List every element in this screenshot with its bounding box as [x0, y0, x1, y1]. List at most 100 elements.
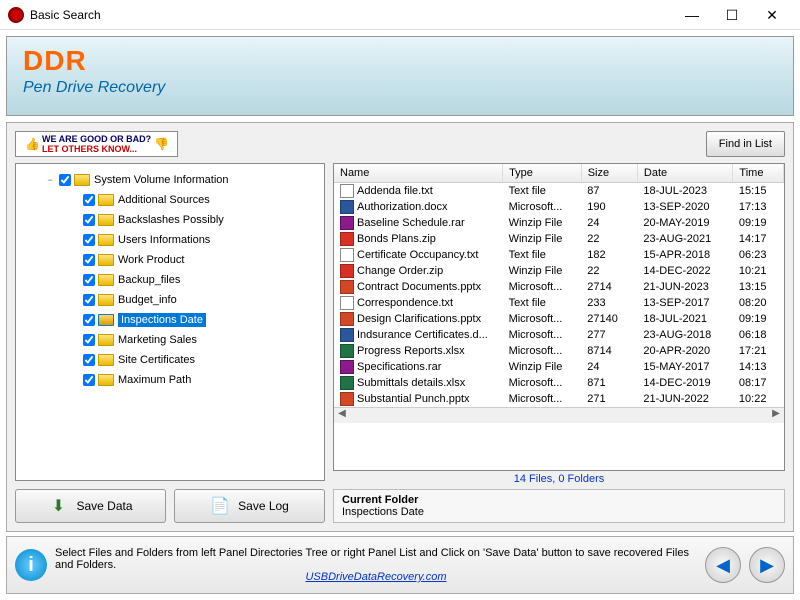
- tree-checkbox[interactable]: [83, 374, 95, 386]
- file-row[interactable]: Certificate Occupancy.txtText file18215-…: [334, 247, 784, 263]
- tree-checkbox[interactable]: [83, 234, 95, 246]
- tree-checkbox[interactable]: [83, 274, 95, 286]
- file-row[interactable]: Bonds Plans.zipWinzip File2223-AUG-20211…: [334, 231, 784, 247]
- folder-icon: [98, 234, 114, 246]
- save-log-label: Save Log: [238, 499, 289, 513]
- folder-icon: [98, 274, 114, 286]
- file-icon: [340, 232, 354, 246]
- tree-node[interactable]: Budget_info: [20, 290, 320, 310]
- tree-label: System Volume Information: [94, 174, 229, 186]
- file-icon: [340, 360, 354, 374]
- file-icon: [340, 392, 354, 406]
- log-icon: 📄: [210, 496, 230, 516]
- save-log-button[interactable]: 📄 Save Log: [174, 489, 325, 523]
- col-time[interactable]: Time: [733, 164, 784, 183]
- current-folder-value: Inspections Date: [342, 506, 776, 518]
- thumbs-down-icon: 👎: [154, 137, 168, 151]
- file-row[interactable]: Baseline Schedule.rarWinzip File2420-MAY…: [334, 215, 784, 231]
- file-row[interactable]: Submittals details.xlsxMicrosoft...87114…: [334, 375, 784, 391]
- tree-checkbox[interactable]: [83, 314, 95, 326]
- titlebar: Basic Search — ☐ ✕: [0, 0, 800, 30]
- file-count-status: 14 Files, 0 Folders: [333, 471, 785, 487]
- tree-node[interactable]: Additional Sources: [20, 190, 320, 210]
- tree-checkbox[interactable]: [83, 334, 95, 346]
- folder-icon: [98, 354, 114, 366]
- file-icon: [340, 200, 354, 214]
- folder-icon: [98, 214, 114, 226]
- tree-node[interactable]: Maximum Path: [20, 370, 320, 390]
- file-row[interactable]: Substantial Punch.pptxMicrosoft...27121-…: [334, 391, 784, 407]
- file-icon: [340, 312, 354, 326]
- file-icon: [340, 344, 354, 358]
- file-row[interactable]: Specifications.rarWinzip File2415-MAY-20…: [334, 359, 784, 375]
- brand-logo: DDR: [23, 45, 777, 77]
- tree-label: Users Informations: [118, 234, 210, 246]
- close-button[interactable]: ✕: [752, 4, 792, 26]
- scroll-right-icon[interactable]: ▶: [768, 408, 784, 423]
- file-icon: [340, 376, 354, 390]
- tree-label: Backslashes Possibly: [118, 214, 224, 226]
- tree-checkbox[interactable]: [83, 254, 95, 266]
- banner: DDR Pen Drive Recovery: [6, 36, 794, 116]
- file-row[interactable]: Indsurance Certificates.d...Microsoft...…: [334, 327, 784, 343]
- footer: i Select Files and Folders from left Pan…: [6, 536, 794, 594]
- file-row[interactable]: Contract Documents.pptxMicrosoft...27142…: [334, 279, 784, 295]
- maximize-button[interactable]: ☐: [712, 4, 752, 26]
- file-icon: [340, 248, 354, 262]
- file-icon: [340, 216, 354, 230]
- tree-checkbox[interactable]: [83, 354, 95, 366]
- tree-label: Site Certificates: [118, 354, 195, 366]
- file-row[interactable]: Authorization.docxMicrosoft...19013-SEP-…: [334, 199, 784, 215]
- feedback-line1: WE ARE GOOD OR BAD?: [42, 134, 151, 144]
- info-icon: i: [15, 549, 47, 581]
- panels: − System Volume Information Additional Sou…: [15, 163, 785, 523]
- tree-checkbox[interactable]: [83, 294, 95, 306]
- tree-node[interactable]: Users Informations: [20, 230, 320, 250]
- find-in-list-button[interactable]: Find in List: [706, 131, 785, 157]
- save-data-label: Save Data: [76, 499, 132, 513]
- tree-checkbox[interactable]: [59, 174, 71, 186]
- file-row[interactable]: Progress Reports.xlsxMicrosoft...871420-…: [334, 343, 784, 359]
- folder-icon: [98, 334, 114, 346]
- tree-node[interactable]: Work Product: [20, 250, 320, 270]
- scroll-left-icon[interactable]: ◀: [334, 408, 350, 423]
- file-icon: [340, 328, 354, 342]
- forward-button[interactable]: ▶: [749, 547, 785, 583]
- horizontal-scrollbar[interactable]: ◀ ▶: [334, 407, 784, 423]
- file-row[interactable]: Design Clarifications.pptxMicrosoft...27…: [334, 311, 784, 327]
- tree-label: Budget_info: [118, 294, 177, 306]
- app-icon: [8, 7, 24, 23]
- action-buttons: ⬇ Save Data 📄 Save Log: [15, 489, 325, 523]
- col-type[interactable]: Type: [503, 164, 582, 183]
- tree-label: Backup_files: [118, 274, 180, 286]
- folder-tree[interactable]: − System Volume Information Additional Sou…: [15, 163, 325, 481]
- minimize-button[interactable]: —: [672, 4, 712, 26]
- file-list[interactable]: Name Type Size Date Time Addenda file.tx…: [333, 163, 785, 471]
- file-icon: [340, 264, 354, 278]
- folder-icon: [98, 374, 114, 386]
- tree-node[interactable]: Site Certificates: [20, 350, 320, 370]
- tree-label: Work Product: [118, 254, 184, 266]
- back-button[interactable]: ◀: [705, 547, 741, 583]
- tree-checkbox[interactable]: [83, 194, 95, 206]
- file-row[interactable]: Addenda file.txtText file8718-JUL-202315…: [334, 183, 784, 200]
- tree-label: Marketing Sales: [118, 334, 197, 346]
- tree-checkbox[interactable]: [83, 214, 95, 226]
- save-data-button[interactable]: ⬇ Save Data: [15, 489, 166, 523]
- tree-node[interactable]: − System Volume Information: [20, 170, 320, 190]
- col-name[interactable]: Name: [334, 164, 503, 183]
- feedback-box[interactable]: 👍 WE ARE GOOD OR BAD? LET OTHERS KNOW...…: [15, 131, 178, 157]
- col-size[interactable]: Size: [581, 164, 637, 183]
- col-date[interactable]: Date: [637, 164, 733, 183]
- file-row[interactable]: Change Order.zipWinzip File2214-DEC-2022…: [334, 263, 784, 279]
- tree-node[interactable]: Backup_files: [20, 270, 320, 290]
- tree-node[interactable]: Backslashes Possibly: [20, 210, 320, 230]
- toolbar: 👍 WE ARE GOOD OR BAD? LET OTHERS KNOW...…: [15, 131, 785, 157]
- expander-icon[interactable]: −: [44, 175, 56, 185]
- footer-link[interactable]: USBDriveDataRecovery.com: [55, 571, 697, 583]
- left-panel: − System Volume Information Additional Sou…: [15, 163, 325, 523]
- current-folder-heading: Current Folder: [342, 494, 776, 506]
- file-row[interactable]: Correspondence.txtText file23313-SEP-201…: [334, 295, 784, 311]
- tree-node[interactable]: Inspections Date: [20, 310, 320, 330]
- tree-node[interactable]: Marketing Sales: [20, 330, 320, 350]
